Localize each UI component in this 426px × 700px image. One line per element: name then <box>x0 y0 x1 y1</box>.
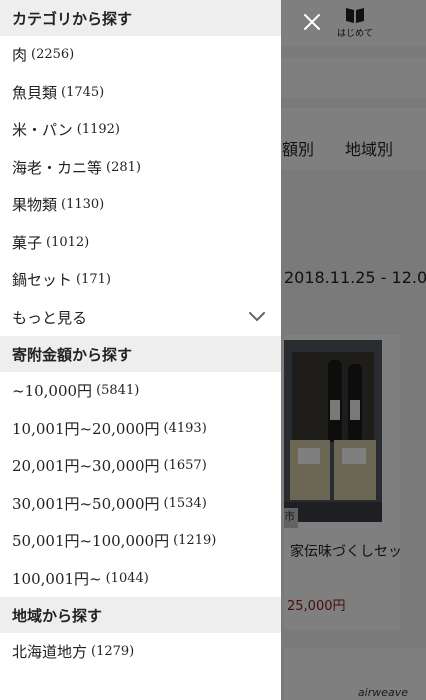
section-header-region: 地域から探す <box>0 597 281 633</box>
item-count: (1745) <box>61 84 105 100</box>
item-label: 50,001円~100,000円 <box>12 532 170 551</box>
item-label: 果物類 <box>12 196 58 215</box>
item-count: (1219) <box>173 533 217 549</box>
close-icon <box>304 14 320 30</box>
show-more-button[interactable]: もっと見る <box>0 299 281 337</box>
item-label: 30,001円~50,000円 <box>12 494 160 513</box>
show-more-label: もっと見る <box>12 308 88 327</box>
item-count: (171) <box>76 272 111 288</box>
item-label: 米・パン <box>12 121 73 140</box>
item-count: (5841) <box>96 383 140 399</box>
item-count: (4193) <box>163 420 207 436</box>
item-count: (2256) <box>31 47 75 63</box>
amount-item[interactable]: ~10,000円 (5841) <box>0 372 281 410</box>
item-count: (1279) <box>91 644 135 660</box>
item-label: 菓子 <box>12 233 43 252</box>
item-label: 鍋セット <box>12 271 73 290</box>
amount-item[interactable]: 20,001円~30,000円 (1657) <box>0 447 281 485</box>
item-count: (1044) <box>105 570 149 586</box>
item-count: (1130) <box>61 197 105 213</box>
region-item[interactable]: 北海道地方 (1279) <box>0 633 281 671</box>
item-count: (1192) <box>76 122 120 138</box>
item-label: 20,001円~30,000円 <box>12 457 160 476</box>
item-label: 10,001円~20,000円 <box>12 419 160 438</box>
category-item[interactable]: 果物類 (1130) <box>0 186 281 224</box>
item-label: 肉 <box>12 46 28 65</box>
category-item[interactable]: 肉 (2256) <box>0 36 281 74</box>
item-count: (1657) <box>163 458 207 474</box>
item-count: (1012) <box>46 234 90 250</box>
category-item[interactable]: 菓子 (1012) <box>0 224 281 262</box>
amount-item[interactable]: 30,001円~50,000円 (1534) <box>0 485 281 523</box>
item-count: (281) <box>106 159 141 175</box>
item-label: 魚貝類 <box>12 83 58 102</box>
category-item[interactable]: 海老・カニ等 (281) <box>0 149 281 187</box>
close-button[interactable] <box>292 4 332 40</box>
item-label: 100,001円~ <box>12 569 102 588</box>
item-label: ~10,000円 <box>12 382 93 401</box>
item-label: 海老・カニ等 <box>12 158 103 177</box>
category-item[interactable]: 鍋セット (171) <box>0 261 281 299</box>
amount-item[interactable]: 50,001円~100,000円 (1219) <box>0 522 281 560</box>
amount-item[interactable]: 10,001円~20,000円 (4193) <box>0 410 281 448</box>
category-item[interactable]: 魚貝類 (1745) <box>0 74 281 112</box>
side-drawer: カテゴリから探す 肉 (2256) 魚貝類 (1745) 米・パン (1192) 海老… <box>0 0 281 700</box>
amount-item[interactable]: 100,001円~ (1044) <box>0 560 281 598</box>
item-count: (1534) <box>163 495 207 511</box>
category-item[interactable]: 米・パン (1192) <box>0 111 281 149</box>
section-header-category: カテゴリから探す <box>0 0 281 36</box>
section-header-amount: 寄附金額から探す <box>0 336 281 372</box>
item-label: 北海道地方 <box>12 643 88 662</box>
chevron-down-icon <box>249 312 265 322</box>
